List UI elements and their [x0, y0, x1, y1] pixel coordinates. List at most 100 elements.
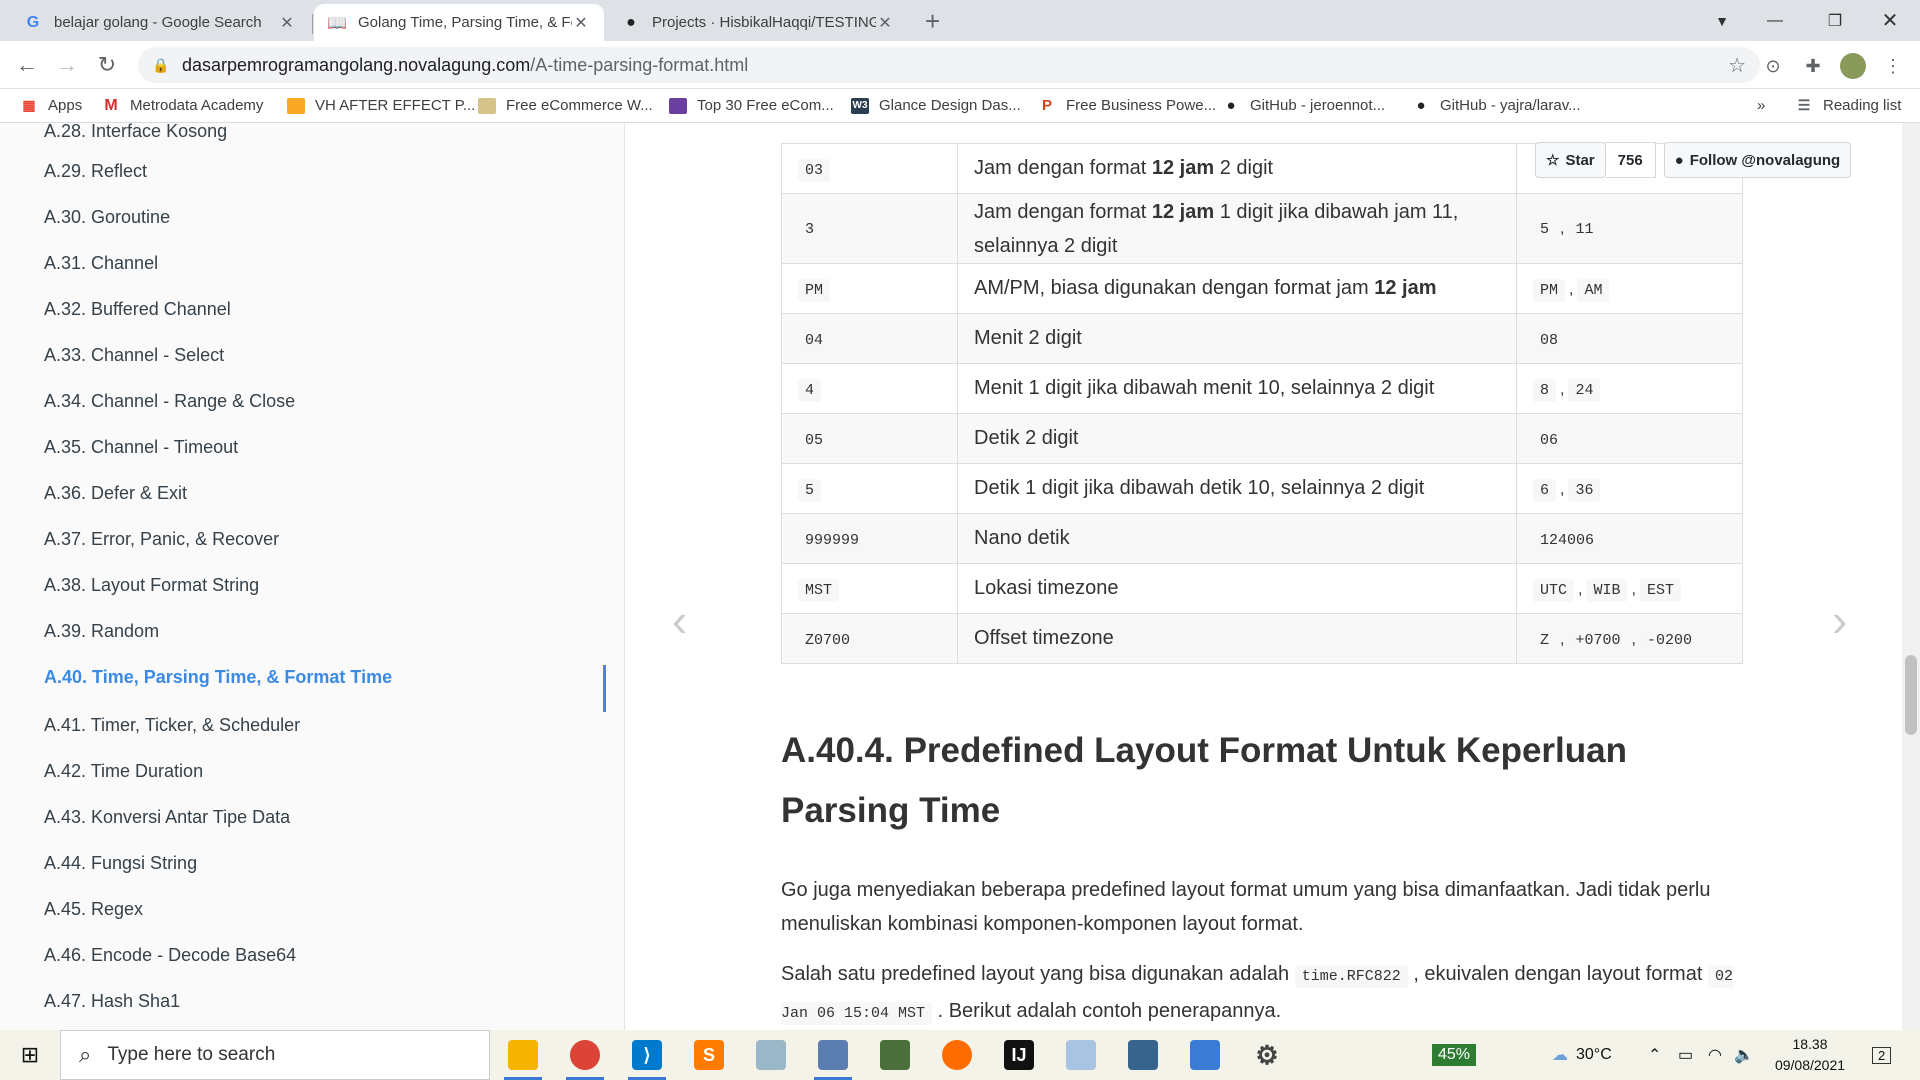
- battery-meter[interactable]: 45%: [1432, 1030, 1477, 1080]
- taskbar-clock[interactable]: 18.38 09/08/2021: [1760, 1034, 1860, 1076]
- vscode-icon[interactable]: ⟩: [624, 1035, 670, 1080]
- bookmark-free-business[interactable]: P Free Business Powe...: [1038, 97, 1216, 114]
- bookmark-vh-after-effect[interactable]: VH AFTER EFFECT P...: [287, 97, 475, 114]
- layout-cell: PM: [781, 263, 958, 314]
- example-code: PM: [1533, 279, 1566, 302]
- layout-cell: 999999: [781, 513, 958, 564]
- close-tab-icon[interactable]: ✕: [572, 13, 590, 33]
- sidebar-item[interactable]: A.30. Goroutine: [44, 207, 170, 228]
- windows-taskbar: ⊞ ⌕ Type here to search ⟩ S IJ ⚙ 45% ☁ 30°…: [0, 1030, 1920, 1080]
- github-star-count[interactable]: 756: [1605, 142, 1656, 178]
- layout-code: Z0700: [798, 629, 858, 652]
- extensions-puzzle-icon[interactable]: ✚: [1800, 53, 1826, 79]
- weather-widget[interactable]: ☁ 30°C: [1552, 1030, 1612, 1080]
- page-scrollbar[interactable]: [1902, 123, 1920, 1030]
- close-window-button[interactable]: ✕: [1860, 0, 1920, 41]
- paint-icon[interactable]: [1058, 1035, 1104, 1075]
- minimize-button[interactable]: —: [1745, 0, 1805, 41]
- bookmark-github-yajra[interactable]: ● GitHub - yajra/larav...: [1412, 97, 1580, 114]
- sidebar-item[interactable]: A.47. Hash Sha1: [44, 991, 180, 1012]
- sidebar-item[interactable]: A.37. Error, Panic, & Recover: [44, 529, 279, 550]
- sidebar-item[interactable]: A.42. Time Duration: [44, 761, 203, 782]
- scrollbar-thumb[interactable]: [1905, 655, 1917, 735]
- chevron-more-icon: »: [1757, 97, 1766, 114]
- back-icon[interactable]: ←: [11, 49, 43, 81]
- sidebar-item[interactable]: A.35. Channel - Timeout: [44, 437, 238, 458]
- firefox-icon[interactable]: [934, 1035, 980, 1075]
- description-cell: Jam dengan format 12 jam 1 digit jika di…: [957, 193, 1517, 264]
- github-icon: ●: [1226, 97, 1236, 114]
- new-tab-button[interactable]: +: [925, 6, 940, 37]
- bookmark-apps[interactable]: ▦ Apps: [20, 97, 82, 114]
- sublime-icon[interactable]: S: [686, 1035, 732, 1075]
- sidebar-item[interactable]: A.34. Channel - Range & Close: [44, 391, 295, 412]
- menu-dots-icon[interactable]: ⋮: [1880, 53, 1906, 79]
- github-follow-button[interactable]: ● Follow @novalagung: [1663, 142, 1852, 178]
- colorlib-icon: [669, 97, 687, 114]
- tab-google-search[interactable]: G belajar golang - Google Search ✕: [10, 4, 310, 41]
- reload-icon[interactable]: ↻: [91, 49, 123, 81]
- bookmark-glance-design[interactable]: W3 Glance Design Das...: [851, 97, 1021, 114]
- sidebar-item[interactable]: A.46. Encode - Decode Base64: [44, 945, 296, 966]
- taskbar-search-box[interactable]: ⌕ Type here to search: [60, 1030, 490, 1080]
- bookmark-star-icon[interactable]: ☆: [1728, 53, 1746, 78]
- sidebar-item[interactable]: A.28. Interface Kosong: [44, 123, 227, 142]
- tab-github-projects[interactable]: ● Projects · HisbikalHaqqi/TESTING ✕: [608, 4, 908, 41]
- sidebar-item[interactable]: A.43. Konversi Antar Tipe Data: [44, 807, 290, 828]
- github-star-button[interactable]: ☆ Star: [1535, 142, 1606, 178]
- tab-golang-time[interactable]: 📖 Golang Time, Parsing Time, & Fo ✕: [314, 4, 604, 41]
- wifi-icon[interactable]: ◠: [1708, 1030, 1722, 1080]
- bookmark-metrodata[interactable]: M Metrodata Academy: [102, 97, 263, 115]
- mysql-workbench-icon[interactable]: [1120, 1035, 1166, 1075]
- tab-search-icon[interactable]: ▼: [1692, 0, 1752, 41]
- bookmark-free-ecommerce[interactable]: Free eCommerce W...: [478, 97, 653, 114]
- address-bar[interactable]: 🔒 dasarpemrogramangolang.novalagung.com/…: [138, 47, 1760, 83]
- prev-page-icon[interactable]: ‹: [672, 593, 687, 647]
- file-explorer-icon[interactable]: [500, 1035, 546, 1080]
- sidebar-item[interactable]: A.29. Reflect: [44, 161, 147, 182]
- close-tab-icon[interactable]: ✕: [876, 13, 894, 33]
- bookmark-top30[interactable]: Top 30 Free eCom...: [669, 97, 834, 114]
- clock-date: 09/08/2021: [1774, 1057, 1846, 1073]
- sidebar-item[interactable]: A.44. Fungsi String: [44, 853, 197, 874]
- reading-list[interactable]: ☰ Reading list: [1795, 97, 1902, 114]
- url-text[interactable]: dasarpemrogramangolang.novalagung.com/A-…: [182, 55, 748, 76]
- notes-app-icon[interactable]: [748, 1035, 794, 1075]
- description-cell: Nano detik: [957, 513, 1517, 564]
- desc-text: Offset timezone: [974, 627, 1114, 649]
- reading-list-icon: ☰: [1797, 97, 1811, 113]
- network-app-icon[interactable]: [810, 1035, 856, 1080]
- maximize-button[interactable]: ❐: [1805, 0, 1865, 41]
- sidebar-item[interactable]: A.41. Timer, Ticker, & Scheduler: [44, 715, 300, 736]
- comma: ,: [1578, 581, 1583, 598]
- battery-icon[interactable]: ▭: [1678, 1030, 1693, 1080]
- tray-chevron-icon[interactable]: ⌃: [1648, 1030, 1661, 1080]
- bookmark-github-jeroennot[interactable]: ● GitHub - jeroennot...: [1222, 97, 1385, 114]
- site-logo-icon: [478, 97, 496, 114]
- close-tab-icon[interactable]: ✕: [278, 13, 296, 33]
- jetbrains-icon[interactable]: IJ: [996, 1035, 1042, 1075]
- notifications-icon[interactable]: 2: [1872, 1030, 1892, 1080]
- profile-avatar[interactable]: [1840, 53, 1866, 79]
- sidebar-item[interactable]: A.45. Regex: [44, 899, 143, 920]
- sidebar-item[interactable]: A.39. Random: [44, 621, 159, 642]
- description-cell: Detik 1 digit jika dibawah detik 10, sel…: [957, 463, 1517, 514]
- sidebar-item[interactable]: A.38. Layout Format String: [44, 575, 259, 596]
- more-bookmarks[interactable]: »: [1757, 97, 1765, 114]
- next-page-icon[interactable]: ›: [1832, 593, 1847, 647]
- extension-icon[interactable]: ⊙: [1760, 53, 1786, 79]
- layout-code: MST: [798, 579, 840, 602]
- sidebar-item[interactable]: A.32. Buffered Channel: [44, 299, 231, 320]
- settings-gear-icon[interactable]: ⚙: [1244, 1035, 1290, 1075]
- chrome-icon[interactable]: [562, 1035, 608, 1080]
- forward-icon[interactable]: →: [51, 49, 83, 81]
- windows-start-icon[interactable]: ⊞: [0, 1030, 60, 1080]
- sidebar-item[interactable]: A.36. Defer & Exit: [44, 483, 187, 504]
- sidebar-item[interactable]: A.40. Time, Parsing Time, & Format Time: [44, 667, 392, 688]
- photos-icon[interactable]: [1182, 1035, 1228, 1075]
- sidebar-item[interactable]: A.33. Channel - Select: [44, 345, 224, 366]
- sidebar-item[interactable]: A.31. Channel: [44, 253, 158, 274]
- volume-icon[interactable]: 🔈: [1734, 1030, 1754, 1080]
- desc-text: AM/PM, biasa digunakan dengan format jam: [974, 277, 1375, 299]
- printer-app-icon[interactable]: [872, 1035, 918, 1075]
